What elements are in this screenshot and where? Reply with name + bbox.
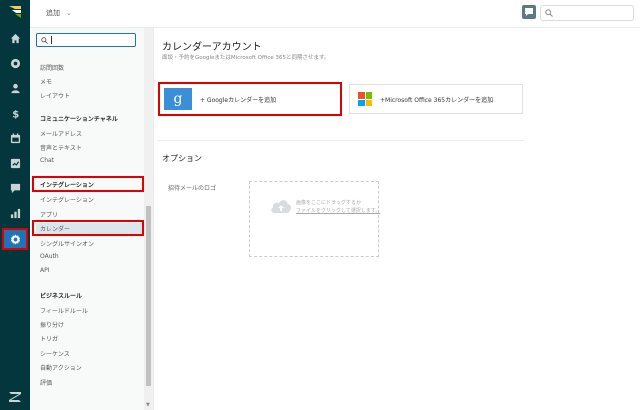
email-logo-label: 招待メールのロゴ bbox=[168, 185, 217, 192]
page-title: カレンダーアカウント bbox=[162, 42, 262, 53]
section-header-business-rules: ビジネスルール bbox=[40, 293, 83, 300]
add-menu-button[interactable]: 追加 ⌄ bbox=[46, 8, 72, 18]
add-microsoft-calendar-button[interactable]: +Microsoft Office 365カレンダーを追加 bbox=[349, 84, 523, 114]
search-icon bbox=[41, 37, 48, 44]
zendesk-sell-logo-icon[interactable] bbox=[9, 6, 21, 18]
settings-sidebar: 訪問回数 メモ レイアウト コミュニケーションチャネル メールアドレス 音声とテ… bbox=[30, 28, 154, 410]
section-header-integrations: インテグレーション bbox=[40, 182, 94, 189]
sidebar-item-triggers[interactable]: トリガ bbox=[40, 334, 58, 343]
sidebar-item-api[interactable]: API bbox=[40, 267, 50, 274]
sidebar-item-oauth[interactable]: OAuth bbox=[40, 253, 59, 260]
google-calendar-label: + Googleカレンダーを追加 bbox=[200, 97, 277, 104]
google-icon: g bbox=[164, 88, 192, 110]
chat-bubble-icon bbox=[525, 8, 533, 16]
svg-text:$: $ bbox=[12, 109, 19, 118]
settings-search-input[interactable] bbox=[36, 33, 136, 47]
sidebar-item-chat[interactable]: Chat bbox=[40, 157, 54, 164]
sidebar-item-layout[interactable]: レイアウト bbox=[40, 91, 70, 100]
chevron-down-icon: ⌄ bbox=[66, 9, 72, 17]
cloud-upload-icon bbox=[271, 200, 292, 213]
section-divider bbox=[158, 140, 524, 141]
zendesk-z-icon[interactable] bbox=[9, 392, 21, 402]
sidebar-scrollbar-thumb[interactable] bbox=[146, 206, 151, 386]
calendar-icon[interactable] bbox=[0, 127, 30, 149]
global-search-input[interactable] bbox=[540, 5, 634, 21]
section-header-communication: コミュニケーションチャネル bbox=[40, 116, 118, 123]
dropzone-hint: 画像をここにドラッグするか bbox=[296, 200, 362, 206]
sidebar-item-sequences[interactable]: シーケンス bbox=[40, 349, 70, 358]
home-icon[interactable] bbox=[0, 27, 30, 49]
main-content: カレンダーアカウント 面談・予約をGoogleまたはMicrosoft Offi… bbox=[154, 28, 640, 410]
reporting-icon[interactable] bbox=[0, 152, 30, 174]
sidebar-item-apps[interactable]: アプリ bbox=[40, 210, 58, 219]
scroll-down-arrow-icon[interactable]: ▼ bbox=[146, 402, 150, 408]
gear-icon[interactable] bbox=[2, 228, 28, 250]
sidebar-item-scoring[interactable]: 評価 bbox=[40, 378, 52, 387]
options-heading: オプション bbox=[162, 154, 202, 163]
chat-widget-button[interactable] bbox=[522, 5, 536, 19]
add-label: 追加 bbox=[46, 9, 60, 17]
text-caret bbox=[51, 36, 52, 44]
microsoft-calendar-label: +Microsoft Office 365カレンダーを追加 bbox=[380, 97, 494, 104]
sidebar-item-routing[interactable]: 振り分け bbox=[40, 320, 64, 329]
sidebar-item-visits[interactable]: 訪問回数 bbox=[40, 63, 64, 72]
logo-upload-dropzone[interactable]: 画像をここにドラッグするか ファイルをクリックして選択します。 bbox=[249, 181, 380, 257]
dropzone-browse-link[interactable]: ファイルをクリックして選択します。 bbox=[296, 207, 380, 214]
left-rail: $ bbox=[0, 0, 30, 410]
page-subtitle: 面談・予約をGoogleまたはMicrosoft Office 365と同期させ… bbox=[162, 55, 330, 61]
billing-icon[interactable]: $ bbox=[0, 102, 30, 124]
sidebar-item-email[interactable]: メールアドレス bbox=[40, 129, 82, 138]
sidebar-item-sso[interactable]: シングルサインオン bbox=[40, 239, 94, 248]
views-icon[interactable] bbox=[0, 52, 30, 74]
sidebar-item-notes[interactable]: メモ bbox=[40, 77, 52, 86]
bar-chart-icon[interactable] bbox=[0, 202, 30, 224]
sidebar-item-field-rules[interactable]: フィールドルール bbox=[40, 306, 88, 315]
chat-icon[interactable] bbox=[0, 177, 30, 199]
sidebar-item-voice-text[interactable]: 音声とテキスト bbox=[40, 143, 82, 152]
sidebar-item-integrations[interactable]: インテグレーション bbox=[40, 195, 94, 204]
search-icon bbox=[545, 9, 553, 17]
top-bar: 追加 ⌄ bbox=[30, 0, 640, 28]
add-google-calendar-button[interactable]: g + Googleカレンダーを追加 bbox=[158, 82, 342, 116]
sidebar-item-auto-actions[interactable]: 自動アクション bbox=[40, 363, 82, 372]
microsoft-icon bbox=[358, 92, 372, 106]
sidebar-item-calendar[interactable]: カレンダー bbox=[40, 224, 70, 233]
customers-icon[interactable] bbox=[0, 77, 30, 99]
